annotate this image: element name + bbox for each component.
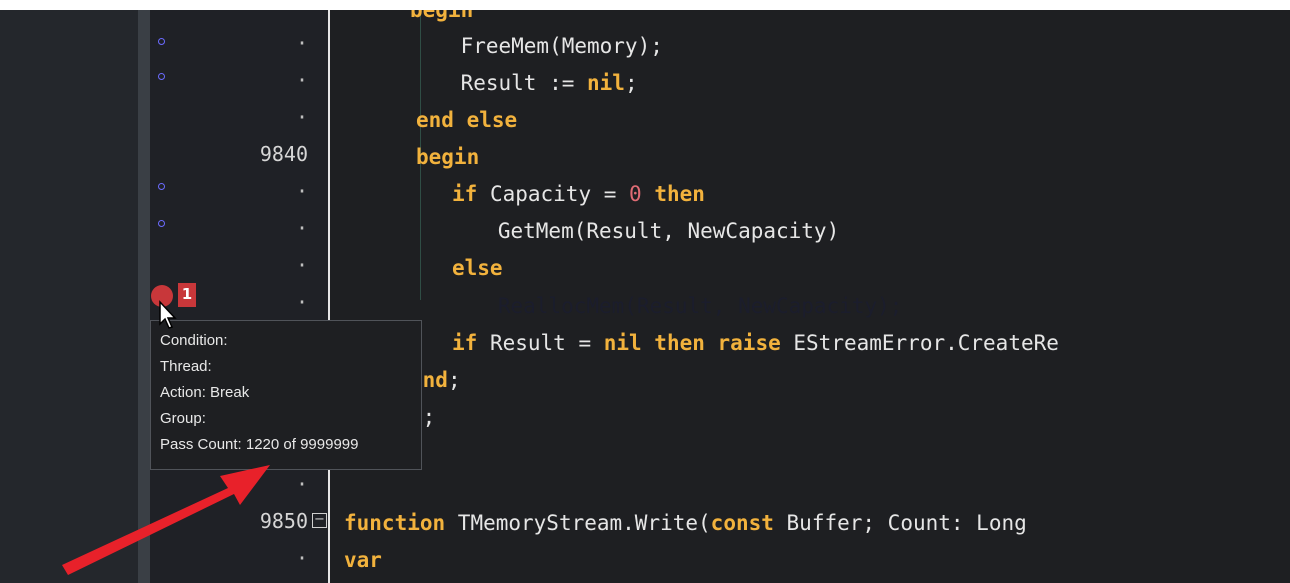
tooltip-pass-count: Pass Count: 1220 of 9999999 <box>160 436 359 453</box>
number-literal: 0 <box>629 182 642 206</box>
code-line: end else <box>416 102 517 138</box>
line-dot: · <box>295 290 308 314</box>
highlighted-code-line: ReallocMem(Result, NewCapacity); <box>422 294 903 318</box>
tooltip-action: Action: Break <box>160 384 250 401</box>
keyword: begin <box>416 145 480 169</box>
code-line: var <box>344 542 382 578</box>
code-line: begin <box>410 10 473 28</box>
left-panel <box>0 10 138 583</box>
line-dot: · <box>295 546 308 570</box>
keyword: function <box>344 511 446 535</box>
line-dot: · <box>295 472 308 496</box>
keyword: if <box>452 182 478 206</box>
keyword: nil <box>587 71 625 95</box>
code-line: Result := nil; <box>410 65 638 101</box>
line-dot: · <box>295 31 308 55</box>
tooltip-group: Group: <box>160 410 206 427</box>
code-text: Buffer; Count: Long <box>773 511 1027 535</box>
code-line: else <box>452 250 503 286</box>
keyword: else <box>452 256 503 280</box>
keyword: end else <box>416 108 518 132</box>
breakpoint-tooltip: Condition: Thread: Action: Break Group: … <box>150 320 422 470</box>
keyword: then <box>654 182 705 206</box>
ide-screen: · · · 9840 · · · · · 9850 · − 1 begin Fr… <box>0 0 1290 583</box>
line-number: 9850 <box>259 509 308 533</box>
line-number: 9840 <box>259 142 308 166</box>
code-text: ; <box>624 71 638 95</box>
code-text: Capacity = <box>477 182 630 206</box>
keyword: var <box>344 548 382 572</box>
breakpoint-badge: 1 <box>178 283 196 307</box>
keyword: const <box>710 511 774 535</box>
code-text: Result := <box>410 71 588 95</box>
line-marker-icon[interactable] <box>158 220 165 227</box>
code-line: if Capacity = 0 then <box>452 176 705 212</box>
gutter-separator <box>138 10 150 583</box>
line-marker-icon[interactable] <box>158 73 165 80</box>
code-line: FreeMem(Memory); <box>410 34 663 58</box>
code-line: function TMemoryStream.Write(const Buffe… <box>344 505 1027 541</box>
code-text: Result = <box>477 331 604 355</box>
keyword: begin <box>410 10 474 22</box>
keyword: nil then raise <box>603 331 781 355</box>
keyword: if <box>452 331 478 355</box>
code-line: GetMem(Result, NewCapacity) <box>422 219 840 243</box>
tooltip-thread: Thread: <box>160 358 212 375</box>
line-dot: · <box>295 253 308 277</box>
code-line: begin <box>416 139 479 175</box>
code-editor[interactable]: begin FreeMem(Memory); Result := nil; en… <box>330 10 1290 583</box>
code-text: ; <box>422 405 436 429</box>
code-text: TMemoryStream.Write( <box>445 511 711 535</box>
code-line: if Result = nil then raise EStreamError.… <box>452 325 1059 361</box>
line-dot: · <box>295 179 308 203</box>
line-marker-icon[interactable] <box>158 38 165 45</box>
line-dot: · <box>295 216 308 240</box>
line-dot: · <box>295 68 308 92</box>
tooltip-condition: Condition: <box>160 332 228 349</box>
line-marker-icon[interactable] <box>158 183 165 190</box>
line-dot: · <box>295 105 308 129</box>
mouse-cursor-icon <box>159 300 177 329</box>
code-text: EStreamError.CreateRe <box>780 331 1059 355</box>
code-text: ; <box>447 368 461 392</box>
collapse-icon[interactable]: − <box>312 513 327 528</box>
